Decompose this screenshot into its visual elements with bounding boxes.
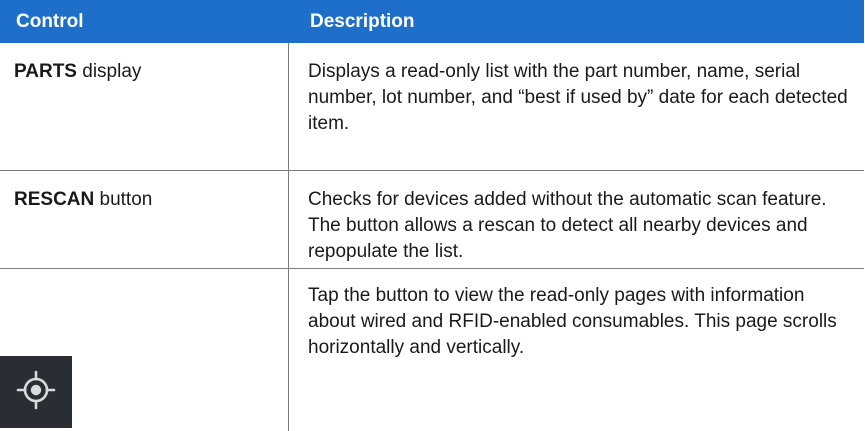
consumables-button[interactable] bbox=[0, 356, 72, 428]
controls-table: Control Description PARTS display Displa… bbox=[0, 0, 864, 431]
control-name: PARTS bbox=[14, 61, 77, 82]
control-name: RESCAN bbox=[14, 189, 95, 210]
table-row: RESCAN button Checks for devices added w… bbox=[0, 171, 864, 269]
control-type: display bbox=[76, 61, 142, 82]
header-description: Description bbox=[310, 11, 415, 32]
header-control: Control bbox=[16, 11, 84, 32]
table-row: PARTS display Displays a read-only list … bbox=[0, 43, 864, 171]
control-type: button bbox=[94, 189, 153, 210]
crosshair-target-icon bbox=[16, 370, 56, 415]
description-cell: Displays a read-only list with the part … bbox=[288, 43, 864, 170]
control-cell: RESCAN button bbox=[0, 171, 288, 268]
control-cell: PARTS display bbox=[0, 43, 288, 170]
description-cell: Checks for devices added without the aut… bbox=[288, 171, 864, 268]
description-cell: Tap the button to view the read-only pag… bbox=[288, 269, 864, 431]
table-row: Tap the button to view the read-only pag… bbox=[0, 269, 864, 431]
table-header-row: Control Description bbox=[0, 0, 864, 43]
